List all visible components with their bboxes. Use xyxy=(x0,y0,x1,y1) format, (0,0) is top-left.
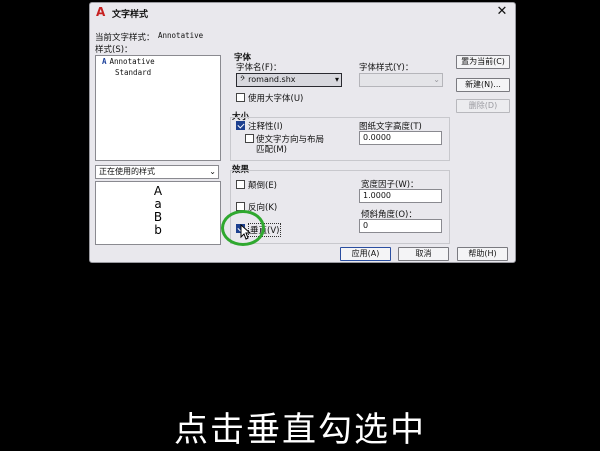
list-item[interactable]: Standard xyxy=(96,67,220,78)
font-name-value: romand.shx xyxy=(248,75,296,84)
apply-button[interactable]: 应用(A) xyxy=(340,247,391,261)
style-name: Annotative xyxy=(109,57,155,66)
title-bar: A 文字样式 ✕ xyxy=(90,3,515,23)
use-bigfont-checkbox[interactable] xyxy=(236,93,245,102)
chevron-down-icon: ⌄ xyxy=(209,167,216,176)
list-item[interactable]: A Annotative xyxy=(96,56,220,67)
use-bigfont-label: 使用大字体(U) xyxy=(248,94,304,104)
text-style-dialog: A 文字样式 ✕ 当前文字样式： Annotative 样式(S)： A Anno… xyxy=(89,2,516,263)
annotative-icon: A xyxy=(102,57,107,66)
upside-down-label: 颠倒(E) xyxy=(248,181,278,191)
set-current-button[interactable]: 置为当前(C) xyxy=(456,55,510,69)
style-filter-value: 正在使用的样式 xyxy=(99,167,155,176)
match-orientation-checkbox[interactable] xyxy=(245,134,254,143)
new-style-button[interactable]: 新建(N)... xyxy=(456,78,510,92)
styles-label: 样式(S)： xyxy=(95,45,133,55)
preview-char: A xyxy=(153,184,163,198)
font-name-select[interactable]: 𝄢 romand.shx ▾ xyxy=(236,73,342,87)
styles-list[interactable]: A Annotative Standard xyxy=(95,55,221,161)
annotative-label: 注释性(I) xyxy=(248,122,283,132)
cancel-button[interactable]: 取消 xyxy=(398,247,449,261)
upside-down-checkbox[interactable] xyxy=(236,180,245,189)
chevron-down-icon: ▾ xyxy=(334,75,339,84)
shx-font-icon: 𝄢 xyxy=(240,75,246,84)
delete-style-button[interactable]: 删除(D) xyxy=(456,99,510,113)
preview-box: A a B b xyxy=(95,181,221,245)
chevron-down-icon: ⌄ xyxy=(433,75,440,84)
video-caption: 点击垂直勾选中 xyxy=(174,410,426,450)
autocad-app-icon: A xyxy=(96,5,106,19)
mouse-cursor-icon xyxy=(240,224,252,240)
font-name-label: 字体名(F)： xyxy=(236,63,282,73)
dialog-title: 文字样式 xyxy=(112,10,149,20)
current-style-label: 当前文字样式： xyxy=(95,33,155,43)
preview-char: B xyxy=(153,210,163,224)
style-name: Standard xyxy=(115,68,152,77)
paper-height-input[interactable]: 0.0000 xyxy=(359,131,442,145)
style-filter-select[interactable]: 正在使用的样式 ⌄ xyxy=(95,165,219,179)
font-style-label: 字体样式(Y)： xyxy=(359,63,414,73)
width-factor-input[interactable]: 1.0000 xyxy=(359,189,442,203)
preview-char: a xyxy=(154,197,162,211)
current-style-value: Annotative xyxy=(158,31,204,40)
match-orientation-label-2: 匹配(M) xyxy=(256,145,287,155)
help-button[interactable]: 帮助(H) xyxy=(457,247,508,261)
font-style-select[interactable]: ⌄ xyxy=(359,73,443,87)
close-button[interactable]: ✕ xyxy=(495,5,509,19)
oblique-angle-input[interactable]: 0 xyxy=(359,219,442,233)
preview-char: b xyxy=(154,223,162,237)
annotative-checkbox[interactable] xyxy=(236,121,245,130)
